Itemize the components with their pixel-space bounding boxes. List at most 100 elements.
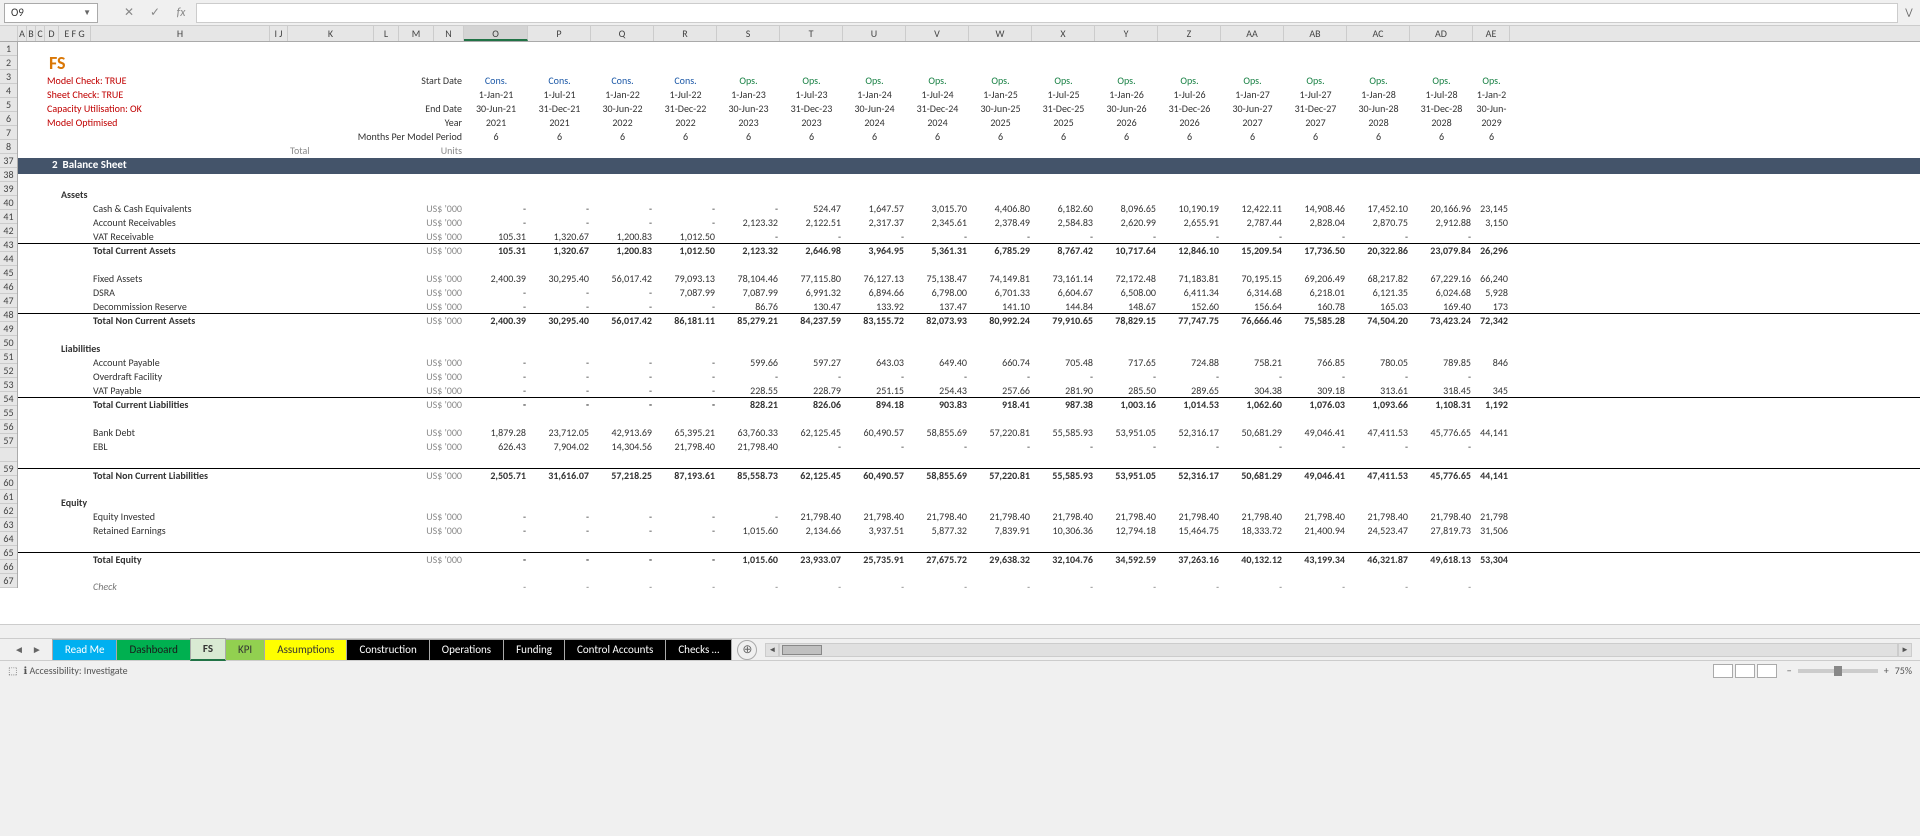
col-header-H[interactable]: H xyxy=(91,26,270,41)
scroll-right-button[interactable]: ► xyxy=(1898,643,1912,657)
row-header-61[interactable]: 61 xyxy=(0,490,17,504)
tab-dashboard[interactable]: Dashboard xyxy=(116,639,190,660)
column-headers[interactable]: ABCDE F GHI JKLMNOPQRSTUVWXYZAAABACADAE xyxy=(0,26,1920,42)
col-header-M[interactable]: M xyxy=(399,26,434,41)
row-header-59[interactable]: 59 xyxy=(0,462,17,476)
col-header-D[interactable]: D xyxy=(45,26,59,41)
row-header-3[interactable]: 3 xyxy=(0,70,17,84)
h-scroll-thumb[interactable] xyxy=(782,645,822,655)
row-header-1[interactable]: 1 xyxy=(0,42,17,56)
col-header-Z[interactable]: Z xyxy=(1158,26,1221,41)
col-header-AB[interactable]: AB xyxy=(1284,26,1347,41)
row-header-50[interactable]: 50 xyxy=(0,336,17,350)
row-header-8[interactable]: 8 xyxy=(0,140,17,154)
col-header-E F G[interactable]: E F G xyxy=(59,26,91,41)
row-header-5[interactable]: 5 xyxy=(0,98,17,112)
row-header-54[interactable]: 54 xyxy=(0,392,17,406)
accept-icon[interactable]: ✓ xyxy=(144,3,166,23)
row-header-40[interactable]: 40 xyxy=(0,196,17,210)
row-header-7[interactable]: 7 xyxy=(0,126,17,140)
row-header-37[interactable]: 37 xyxy=(0,154,17,168)
col-header-X[interactable]: X xyxy=(1032,26,1095,41)
row-header-65[interactable]: 65 xyxy=(0,546,17,560)
view-page-layout-icon[interactable] xyxy=(1735,664,1755,678)
accessibility-status[interactable]: ℹ Accessibility: Investigate xyxy=(23,664,127,677)
row-header-56[interactable]: 56 xyxy=(0,420,17,434)
view-buttons[interactable] xyxy=(1713,664,1777,678)
col-header-AC[interactable]: AC xyxy=(1347,26,1410,41)
add-sheet-button[interactable]: ⊕ xyxy=(737,640,757,660)
row-header-62[interactable]: 62 xyxy=(0,504,17,518)
col-header-K[interactable]: K xyxy=(288,26,374,41)
col-header-A[interactable]: A xyxy=(18,26,27,41)
row-header-45[interactable]: 45 xyxy=(0,266,17,280)
row-header-51[interactable]: 51 xyxy=(0,350,17,364)
tab-assumptions[interactable]: Assumptions xyxy=(264,639,347,660)
dropdown-icon[interactable]: ▼ xyxy=(83,8,91,18)
zoom-out-button[interactable]: − xyxy=(1787,664,1792,677)
row-header-6[interactable]: 6 xyxy=(0,112,17,126)
row-header-46[interactable]: 46 xyxy=(0,280,17,294)
row-header-55[interactable]: 55 xyxy=(0,406,17,420)
row-header-2[interactable]: 2 xyxy=(0,56,17,70)
tab-fs[interactable]: FS xyxy=(190,638,226,661)
col-header-B[interactable]: B xyxy=(27,26,36,41)
tab-checks[interactable]: Checks … xyxy=(665,639,732,660)
col-header-Q[interactable]: Q xyxy=(591,26,654,41)
col-header-L[interactable]: L xyxy=(374,26,399,41)
h-scrollbar[interactable] xyxy=(779,643,1898,657)
row-header-44[interactable]: 44 xyxy=(0,252,17,266)
spreadsheet-grid[interactable]: ABCDE F GHI JKLMNOPQRSTUVWXYZAAABACADAE … xyxy=(0,26,1920,624)
col-header-S[interactable]: S xyxy=(717,26,780,41)
row-header-66[interactable]: 66 xyxy=(0,560,17,574)
col-header-U[interactable]: U xyxy=(843,26,906,41)
row-header-49[interactable]: 49 xyxy=(0,322,17,336)
view-page-break-icon[interactable] xyxy=(1757,664,1777,678)
row-header-57[interactable]: 57 xyxy=(0,434,17,448)
row-header-42[interactable]: 42 xyxy=(0,224,17,238)
formula-input[interactable] xyxy=(196,3,1898,23)
col-header-AA[interactable]: AA xyxy=(1221,26,1284,41)
row-header-39[interactable]: 39 xyxy=(0,182,17,196)
select-all-corner[interactable] xyxy=(0,26,18,41)
col-header-O[interactable]: O xyxy=(464,26,528,41)
row-header-47[interactable]: 47 xyxy=(0,294,17,308)
tab-nav-arrows[interactable]: ◄► xyxy=(4,643,52,656)
row-header-4[interactable]: 4 xyxy=(0,84,17,98)
col-header-Y[interactable]: Y xyxy=(1095,26,1158,41)
row-header-38[interactable]: 38 xyxy=(0,168,17,182)
row-header-53[interactable]: 53 xyxy=(0,378,17,392)
scroll-left-button[interactable]: ◄ xyxy=(765,643,779,657)
row-headers[interactable]: 1234567837383940414243444546474849505152… xyxy=(0,42,18,588)
col-header-W[interactable]: W xyxy=(969,26,1032,41)
cancel-icon[interactable]: ✕ xyxy=(118,3,140,23)
zoom-in-button[interactable]: + xyxy=(1884,664,1889,677)
name-box[interactable]: O9▼ xyxy=(4,3,98,23)
row-header-67[interactable]: 67 xyxy=(0,574,17,588)
row-header-64[interactable]: 64 xyxy=(0,532,17,546)
row-header-60[interactable]: 60 xyxy=(0,476,17,490)
tab-construction[interactable]: Construction xyxy=(346,639,429,660)
row-header-41[interactable]: 41 xyxy=(0,210,17,224)
row-header-43[interactable]: 43 xyxy=(0,238,17,252)
expand-formula-icon[interactable]: ⋁ xyxy=(1902,7,1916,18)
row-header-52[interactable]: 52 xyxy=(0,364,17,378)
col-header-V[interactable]: V xyxy=(906,26,969,41)
row-header-[interactable] xyxy=(0,448,17,462)
col-header-AE[interactable]: AE xyxy=(1473,26,1510,41)
zoom-level[interactable]: 75% xyxy=(1895,664,1912,677)
col-header-N[interactable]: N xyxy=(434,26,464,41)
tab-operations[interactable]: Operations xyxy=(429,639,504,660)
col-header-R[interactable]: R xyxy=(654,26,717,41)
col-header-P[interactable]: P xyxy=(528,26,591,41)
col-header-I J[interactable]: I J xyxy=(270,26,288,41)
tab-kpi[interactable]: KPI xyxy=(225,639,265,660)
zoom-slider[interactable] xyxy=(1798,669,1878,673)
col-header-C[interactable]: C xyxy=(36,26,45,41)
tab-funding[interactable]: Funding xyxy=(503,639,565,660)
col-header-T[interactable]: T xyxy=(780,26,843,41)
row-header-48[interactable]: 48 xyxy=(0,308,17,322)
row-header-63[interactable]: 63 xyxy=(0,518,17,532)
tab-read-me[interactable]: Read Me xyxy=(52,639,118,660)
col-header-AD[interactable]: AD xyxy=(1410,26,1473,41)
